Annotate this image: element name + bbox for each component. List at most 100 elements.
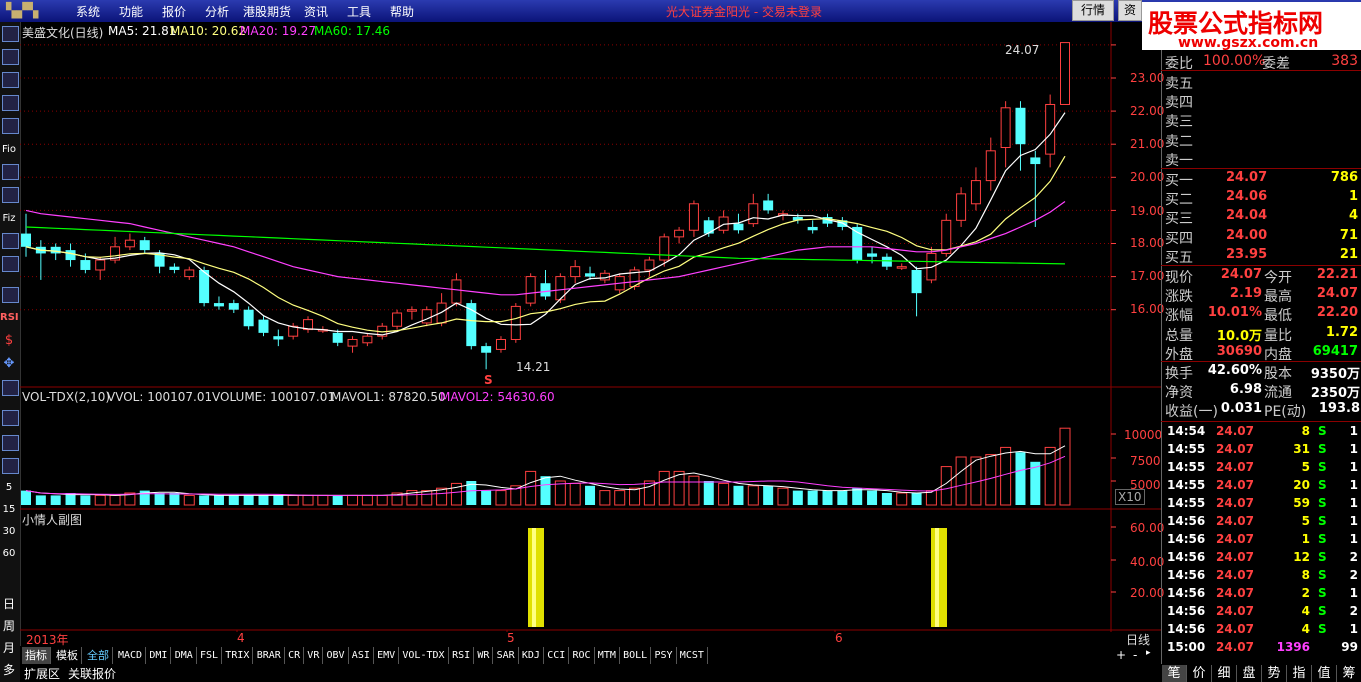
candle-body	[184, 269, 195, 278]
indicator-tab-wr[interactable]: WR	[474, 647, 494, 664]
indicator-tab-fsl[interactable]: FSL	[197, 647, 223, 664]
volume-bar	[525, 470, 537, 506]
dollar-icon[interactable]: $	[0, 331, 18, 351]
menu-tools[interactable]: 工具	[347, 3, 371, 20]
menu-analysis[interactable]: 分析	[205, 3, 229, 20]
stat-label: 现价	[1165, 270, 1193, 286]
indicator-tab-obv[interactable]: OBV	[324, 647, 349, 664]
indicator-tab-roc[interactable]: ROC	[570, 647, 595, 664]
menu-info[interactable]: 资讯	[304, 3, 328, 20]
indicator-tab-rsi[interactable]: RSI	[449, 647, 475, 664]
indicator-tab-mcst[interactable]: MCST	[677, 647, 708, 664]
toolbar-icon-2[interactable]	[2, 49, 19, 65]
indicator-tab-brar[interactable]: BRAR	[254, 647, 285, 664]
toolbar-f12[interactable]: Fiz	[0, 209, 18, 229]
volume-bar	[94, 494, 106, 506]
tick-count: 1	[1349, 478, 1358, 492]
indicator-tab-指标[interactable]: 指标	[22, 647, 51, 664]
quote-tab-3[interactable]: 盘	[1237, 665, 1262, 682]
menu-help[interactable]: 帮助	[390, 3, 414, 20]
indicator-tab-psy[interactable]: PSY	[652, 647, 677, 664]
period-15min[interactable]: 15	[0, 500, 18, 520]
menu-hk-futures[interactable]: 港股期货	[243, 3, 291, 20]
menu-system[interactable]: 系统	[76, 3, 100, 20]
period-30min[interactable]: 30	[0, 522, 18, 542]
period-month[interactable]: 月	[0, 638, 18, 658]
candle-body	[1015, 107, 1026, 145]
bid-price: 24.00	[1226, 227, 1268, 243]
period-multi[interactable]: 多	[0, 660, 18, 680]
expand-area-tab[interactable]: 扩展区	[24, 665, 60, 682]
toolbar-icon-11[interactable]	[2, 287, 19, 303]
indicator-tab-kdj[interactable]: KDJ	[519, 647, 544, 664]
toolbar-f10[interactable]: Fio	[0, 140, 18, 160]
indicator-tab-全部[interactable]: 全部	[84, 647, 113, 664]
bid-level-label: 买四	[1165, 230, 1193, 247]
tick-count: 1	[1349, 586, 1358, 600]
vol-tick: 7500	[1130, 454, 1161, 468]
toolbar-icon-7[interactable]	[2, 187, 19, 203]
toolbar-icon-17[interactable]	[2, 435, 19, 451]
tick-volume: 5	[1301, 514, 1310, 528]
candle-icon[interactable]	[2, 95, 19, 111]
indicator-tab-trix[interactable]: TRIX	[222, 647, 254, 664]
tick-price: 24.07	[1216, 604, 1254, 618]
linked-quote-tab[interactable]: 关联报价	[68, 665, 116, 682]
indicator-tab-mtm[interactable]: MTM	[595, 647, 620, 664]
indicator-tab-boll[interactable]: BOLL	[620, 647, 652, 664]
price-tick: 21.00	[1130, 137, 1165, 151]
quote-tab-1[interactable]: 价	[1187, 665, 1212, 682]
indicator-tab-cr[interactable]: CR	[285, 647, 305, 664]
toolbar-icon-6[interactable]	[2, 164, 19, 180]
tick-time: 14:55	[1167, 496, 1206, 510]
volume-bar	[21, 490, 31, 505]
vvol-label: VVOL: 100107.01	[107, 390, 213, 404]
quote-tab-4[interactable]: 势	[1262, 665, 1287, 682]
refresh-icon[interactable]	[2, 458, 19, 474]
info-button[interactable]: 资	[1118, 0, 1142, 21]
sub-chart-title: 小情人副图	[22, 513, 83, 527]
toolbar-icon-15[interactable]	[2, 380, 19, 396]
period-day[interactable]: 日	[0, 594, 18, 614]
indicator-tab-emv[interactable]: EMV	[374, 647, 400, 664]
quote-tab-5[interactable]: 指	[1287, 665, 1312, 682]
quote-tab-7[interactable]: 筹	[1337, 665, 1361, 682]
zoom-in-button[interactable]: +	[1116, 648, 1126, 662]
period-5min[interactable]: 5	[0, 478, 18, 498]
period-week[interactable]: 周	[0, 616, 18, 636]
tick-volume: 4	[1301, 622, 1310, 636]
scroll-right-icon[interactable]: ▸	[1146, 648, 1151, 658]
toolbar-rsi[interactable]: RSI	[0, 308, 19, 328]
quote-tab-2[interactable]: 细	[1212, 665, 1237, 682]
indicator-tab-vol-tdx[interactable]: VOL-TDX	[399, 647, 449, 664]
volume-bars	[21, 427, 1071, 506]
period-60min[interactable]: 60	[0, 544, 18, 564]
toolbar-icon-16[interactable]	[2, 410, 19, 426]
chart-line-icon[interactable]	[2, 72, 19, 88]
indicator-tab-dma[interactable]: DMA	[172, 647, 197, 664]
toolbar-icon-9[interactable]	[2, 233, 19, 249]
ma10-line	[25, 155, 1066, 333]
indicator-tab-asi[interactable]: ASI	[349, 647, 374, 664]
indicator-tab-macd[interactable]: MACD	[115, 647, 147, 664]
quote-button[interactable]: 行情	[1072, 0, 1114, 21]
volume-bar	[822, 490, 833, 505]
chart-area[interactable]	[20, 22, 1161, 632]
quote-tab-0[interactable]: 笔	[1162, 665, 1187, 682]
indicator-tab-cci[interactable]: CCI	[544, 647, 570, 664]
indicator-tab-模板[interactable]: 模板	[53, 647, 82, 664]
indicator-tab-dmi[interactable]: DMI	[146, 647, 172, 664]
toolbar-icon-1[interactable]	[2, 26, 19, 42]
zoom-out-button[interactable]: -	[1133, 648, 1137, 662]
move-icon[interactable]: ✥	[0, 354, 18, 374]
menu-quote[interactable]: 报价	[162, 3, 186, 20]
tick-time: 14:55	[1167, 478, 1206, 492]
indicator-tab-vr[interactable]: VR	[304, 647, 324, 664]
quote-tab-6[interactable]: 值	[1312, 665, 1337, 682]
tick-time: 14:56	[1167, 568, 1206, 582]
volume-bar	[703, 481, 714, 505]
menu-function[interactable]: 功能	[119, 3, 143, 20]
indicator-tab-sar[interactable]: SAR	[494, 647, 519, 664]
toolbar-icon-10[interactable]	[2, 256, 19, 272]
list-icon[interactable]	[2, 118, 19, 134]
